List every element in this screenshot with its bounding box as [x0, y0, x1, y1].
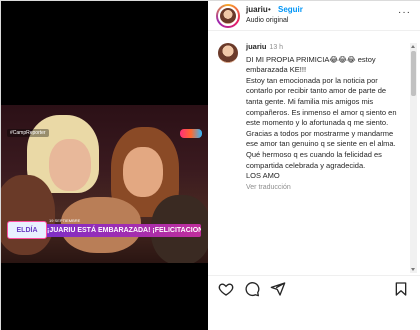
- caption-area: juariu 13 h DI MI PROPIA PRIMICIA😂😂😂 esto…: [208, 31, 420, 281]
- header-username[interactable]: juariu: [246, 5, 268, 14]
- comment-icon[interactable]: [244, 281, 260, 297]
- lower-third-date: 19 SEPTIEMBRE: [49, 218, 81, 223]
- avatar[interactable]: [218, 6, 238, 26]
- channel-logo-icon: [180, 129, 202, 138]
- more-options-icon[interactable]: ···: [398, 7, 411, 18]
- caption-username[interactable]: juariu: [246, 42, 266, 51]
- person-blonde-face: [49, 139, 91, 191]
- caption-text: DI MI PROPIA PRIMICIA😂😂😂 estoy embarazad…: [246, 54, 397, 181]
- video-hashtag: #CampReporter: [7, 129, 49, 137]
- scroll-up-icon[interactable]: [411, 45, 415, 48]
- person-redhead-face: [123, 147, 163, 197]
- lower-third: ¡JUARIU ESTÁ EMBARAZADA! ¡FELICITACIONES…: [1, 218, 208, 241]
- post-actions: [208, 275, 420, 301]
- show-logo: ELDÍA: [7, 221, 47, 239]
- header-separator: •: [268, 5, 271, 14]
- person-foreground-left: [1, 175, 55, 255]
- caption-body: juariu 13 h DI MI PROPIA PRIMICIA😂😂😂 esto…: [246, 42, 404, 193]
- share-icon[interactable]: [270, 281, 286, 297]
- post-sidebar: juariu • Seguir Audio original ··· juari…: [208, 1, 420, 330]
- audio-link[interactable]: Audio original: [246, 17, 288, 24]
- bookmark-icon[interactable]: [393, 281, 409, 297]
- post-header: juariu • Seguir Audio original ···: [208, 1, 420, 31]
- caption-avatar[interactable]: [218, 43, 238, 63]
- instagram-post-window: #CampReporter ¡JUARIU ESTÁ EMBARAZADA! ¡…: [0, 0, 420, 330]
- lower-third-headline: ¡JUARIU ESTÁ EMBARAZADA! ¡FELICITACIONES…: [41, 224, 201, 237]
- follow-button[interactable]: Seguir: [278, 5, 303, 14]
- caption-scrollbar[interactable]: [410, 43, 417, 273]
- video-player[interactable]: #CampReporter ¡JUARIU ESTÁ EMBARAZADA! ¡…: [1, 105, 208, 263]
- see-translation-link[interactable]: Ver traducción: [246, 183, 404, 194]
- scrollbar-thumb[interactable]: [411, 51, 416, 96]
- heart-icon[interactable]: [218, 281, 234, 297]
- media-panel: #CampReporter ¡JUARIU ESTÁ EMBARAZADA! ¡…: [1, 1, 208, 330]
- caption-timestamp[interactable]: 13 h: [269, 44, 283, 51]
- scroll-down-icon[interactable]: [411, 268, 415, 271]
